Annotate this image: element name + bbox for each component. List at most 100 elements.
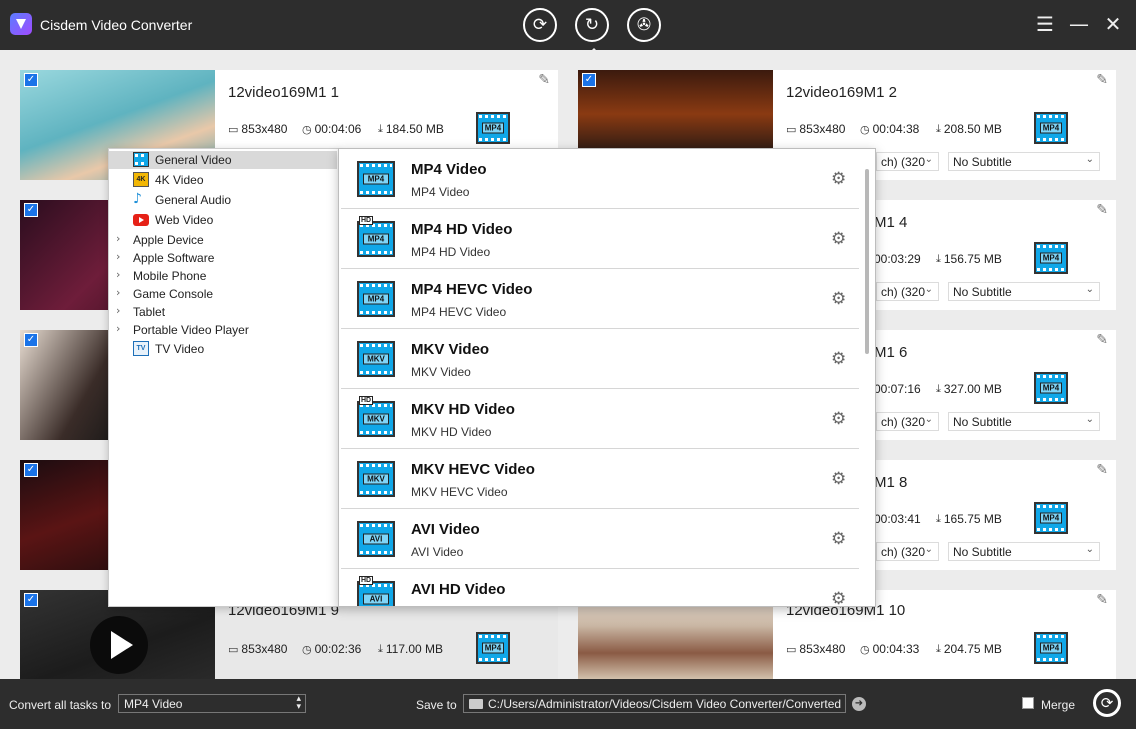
spinner-arrows-icon: ▴ ▾ bbox=[296, 694, 301, 712]
gear-icon[interactable]: ⚙ bbox=[831, 529, 846, 549]
title-bar: Cisdem Video Converter ⟳ ↻ ✇ ☰ — ✕ bbox=[0, 0, 1136, 54]
task-checkbox[interactable]: ✓ bbox=[582, 73, 596, 87]
task-checkbox[interactable]: ✓ bbox=[24, 333, 38, 347]
edit-icon[interactable]: ✎ bbox=[1096, 332, 1108, 348]
category-4k-video[interactable]: 4K 4K Video bbox=[109, 171, 337, 189]
subtitle-select[interactable]: No Subtitle ⌄ bbox=[948, 282, 1100, 301]
category-web-video[interactable]: Web Video bbox=[109, 211, 337, 229]
chevron-right-icon: › bbox=[116, 250, 121, 263]
gear-icon[interactable]: ⚙ bbox=[831, 229, 846, 249]
edit-icon[interactable]: ✎ bbox=[1096, 462, 1108, 478]
edit-icon[interactable]: ✎ bbox=[1096, 592, 1108, 608]
mp4-hevc-format-icon: MP4 bbox=[357, 281, 395, 317]
save-path-field[interactable]: C:/Users/Administrator/Videos/Cisdem Vid… bbox=[463, 694, 846, 713]
format-item-mp4-hd-video[interactable]: HD MP4 MP4 HD Video MP4 HD Video ⚙ bbox=[341, 209, 859, 269]
output-format-icon[interactable]: MP4 bbox=[1034, 372, 1068, 404]
duration: ◷ 00:04:06 bbox=[302, 122, 362, 136]
gear-icon[interactable]: ⚙ bbox=[831, 589, 846, 606]
category-portable-video-player[interactable]: › Portable Video Player bbox=[109, 321, 337, 339]
format-item-avi-hd-video[interactable]: HD AVI AVI HD Video ⚙ bbox=[341, 569, 859, 606]
task-checkbox[interactable]: ✓ bbox=[24, 593, 38, 607]
audio-track-select[interactable]: ch) (320 ⌄ bbox=[876, 152, 939, 171]
rip-mode-button[interactable]: ✇ bbox=[627, 8, 661, 42]
output-format-icon[interactable]: MP4 bbox=[1034, 112, 1068, 144]
chevron-right-icon: › bbox=[116, 322, 121, 335]
output-format-icon[interactable]: MP4 bbox=[476, 112, 510, 144]
gear-icon[interactable]: ⚙ bbox=[831, 469, 846, 489]
edit-icon[interactable]: ✎ bbox=[1096, 202, 1108, 218]
subtitle-select[interactable]: No Subtitle ⌄ bbox=[948, 542, 1100, 561]
duration: ◷ 00:04:38 bbox=[860, 122, 920, 136]
clock-icon: ◷ bbox=[860, 642, 870, 656]
task-checkbox[interactable]: ✓ bbox=[24, 203, 38, 217]
format-item-avi-video[interactable]: AVI AVI Video AVI Video ⚙ bbox=[341, 509, 859, 569]
mkv-hd-format-icon: HD MKV bbox=[357, 396, 395, 437]
category-mobile-phone[interactable]: › Mobile Phone bbox=[109, 267, 337, 285]
download-mode-button[interactable]: ↻ bbox=[575, 8, 609, 54]
convert-all-format-select[interactable]: MP4 Video ▴ ▾ bbox=[118, 694, 306, 713]
category-game-console[interactable]: › Game Console bbox=[109, 285, 337, 303]
format-item-mkv-video[interactable]: MKV MKV Video MKV Video ⚙ bbox=[341, 329, 859, 389]
category-apple-software[interactable]: › Apple Software bbox=[109, 249, 337, 267]
chevron-right-icon: › bbox=[116, 268, 121, 281]
category-tablet[interactable]: › Tablet bbox=[109, 303, 337, 321]
download-size-icon: ⤓ bbox=[378, 642, 383, 655]
subtitle-select[interactable]: No Subtitle ⌄ bbox=[948, 412, 1100, 431]
output-format-icon[interactable]: MP4 bbox=[1034, 502, 1068, 534]
format-item-mp4-hevc-video[interactable]: MP4 MP4 HEVC Video MP4 HEVC Video ⚙ bbox=[341, 269, 859, 329]
download-size-icon: ⤓ bbox=[936, 122, 941, 135]
task-name[interactable]: M1 4 bbox=[874, 214, 907, 231]
category-tv-video[interactable]: TV TV Video bbox=[109, 340, 337, 358]
convert-mode-button[interactable]: ⟳ bbox=[523, 8, 557, 42]
task-name[interactable]: M1 8 bbox=[874, 474, 907, 491]
play-button[interactable] bbox=[90, 616, 148, 674]
category-apple-device[interactable]: › Apple Device bbox=[109, 231, 337, 249]
file-size: ⤓ 204.75 MB bbox=[936, 642, 1002, 656]
scrollbar[interactable] bbox=[865, 169, 869, 354]
menu-icon[interactable]: ☰ bbox=[1033, 12, 1057, 36]
format-item-mkv-hd-video[interactable]: HD MKV MKV HD Video MKV HD Video ⚙ bbox=[341, 389, 859, 449]
output-format-icon[interactable]: MP4 bbox=[1034, 632, 1068, 664]
output-format-icon[interactable]: MP4 bbox=[476, 632, 510, 664]
convert-all-button[interactable]: ⟳ bbox=[1093, 689, 1121, 717]
task-name[interactable]: 12video169M1 1 bbox=[228, 84, 339, 101]
edit-icon[interactable]: ✎ bbox=[1096, 72, 1108, 88]
category-general-video[interactable]: General Video bbox=[109, 151, 337, 169]
format-item-mp4-video[interactable]: MP4 MP4 Video MP4 Video ⚙ bbox=[341, 149, 859, 209]
file-size: ⤓ 165.75 MB bbox=[936, 512, 1002, 526]
folder-icon bbox=[469, 699, 483, 709]
minimize-icon[interactable]: — bbox=[1067, 12, 1091, 36]
save-to-label: Save to bbox=[416, 698, 457, 712]
gear-icon[interactable]: ⚙ bbox=[831, 169, 846, 189]
audio-track-select[interactable]: ch) (320 ⌄ bbox=[876, 282, 939, 301]
download-size-icon: ⤓ bbox=[378, 122, 383, 135]
output-format-icon[interactable]: MP4 bbox=[1034, 242, 1068, 274]
task-name[interactable]: 12video169M1 2 bbox=[786, 84, 897, 101]
open-folder-arrow-icon[interactable]: ➜ bbox=[852, 697, 866, 711]
gear-icon[interactable]: ⚙ bbox=[831, 409, 846, 429]
format-item-mkv-hevc-video[interactable]: MKV MKV HEVC Video MKV HEVC Video ⚙ bbox=[341, 449, 859, 509]
gear-icon[interactable]: ⚙ bbox=[831, 349, 846, 369]
youtube-icon bbox=[133, 214, 149, 226]
task-checkbox[interactable]: ✓ bbox=[24, 463, 38, 477]
edit-icon[interactable]: ✎ bbox=[538, 72, 550, 88]
convert-all-label: Convert all tasks to bbox=[9, 698, 112, 712]
category-general-audio[interactable]: ♪ General Audio bbox=[109, 191, 337, 209]
file-size: ⤓ 208.50 MB bbox=[936, 122, 1002, 136]
gear-icon[interactable]: ⚙ bbox=[831, 289, 846, 309]
app-title: Cisdem Video Converter bbox=[40, 17, 193, 33]
file-size: ⤓ 184.50 MB bbox=[378, 122, 444, 136]
audio-track-select[interactable]: ch) (320 ⌄ bbox=[876, 412, 939, 431]
duration: 00:07:16 bbox=[874, 382, 921, 396]
4k-video-icon: 4K bbox=[133, 172, 149, 187]
subtitle-select[interactable]: No Subtitle ⌄ bbox=[948, 152, 1100, 171]
task-name[interactable]: M1 6 bbox=[874, 344, 907, 361]
merge-checkbox[interactable] bbox=[1022, 697, 1034, 709]
audio-track-select[interactable]: ch) (320 ⌄ bbox=[876, 542, 939, 561]
clock-icon: ◷ bbox=[302, 642, 312, 656]
convert-icon: ⟳ bbox=[1100, 694, 1114, 712]
task-checkbox[interactable]: ✓ bbox=[24, 73, 38, 87]
download-size-icon: ⤓ bbox=[936, 512, 941, 525]
close-icon[interactable]: ✕ bbox=[1101, 12, 1125, 36]
resolution: ▭ 853x480 bbox=[786, 122, 846, 136]
